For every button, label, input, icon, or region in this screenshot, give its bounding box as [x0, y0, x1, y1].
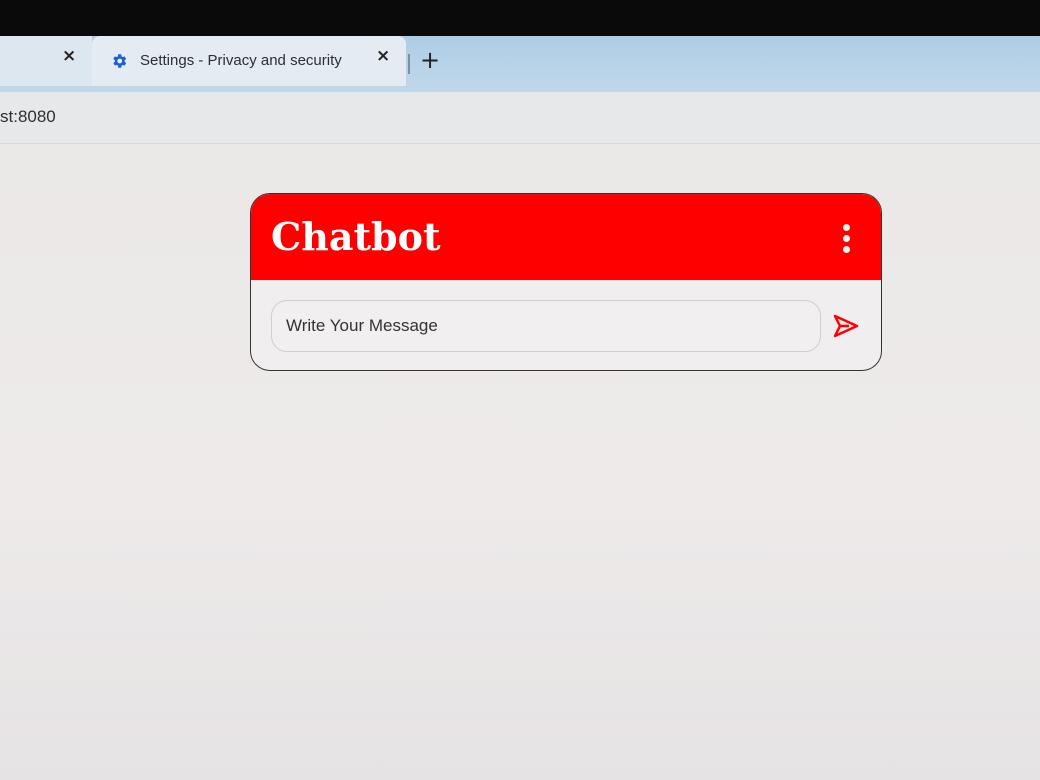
tab-previous[interactable]: ×: [0, 36, 92, 86]
tab-title: Settings - Privacy and security: [140, 52, 342, 69]
browser-toolbar: st:8080: [0, 92, 1040, 144]
close-tab-icon[interactable]: ×: [376, 46, 390, 66]
chatbot-header: Chatbot: [251, 194, 881, 280]
chatbot-title: Chatbot: [271, 214, 441, 259]
new-tab-button[interactable]: +: [420, 46, 440, 74]
gear-icon: [113, 54, 127, 68]
close-tab-icon[interactable]: ×: [62, 46, 76, 66]
message-input[interactable]: [271, 300, 821, 352]
send-icon[interactable]: [833, 314, 859, 338]
address-bar[interactable]: st:8080: [0, 107, 56, 127]
chatbot-widget: Chatbot: [250, 193, 882, 371]
tab-separator: [408, 54, 410, 74]
vertical-dots-icon[interactable]: [843, 224, 851, 254]
tab-strip: × Settings - Privacy and security × +: [0, 36, 1040, 100]
tab-settings-privacy[interactable]: Settings - Privacy and security ×: [92, 36, 406, 86]
